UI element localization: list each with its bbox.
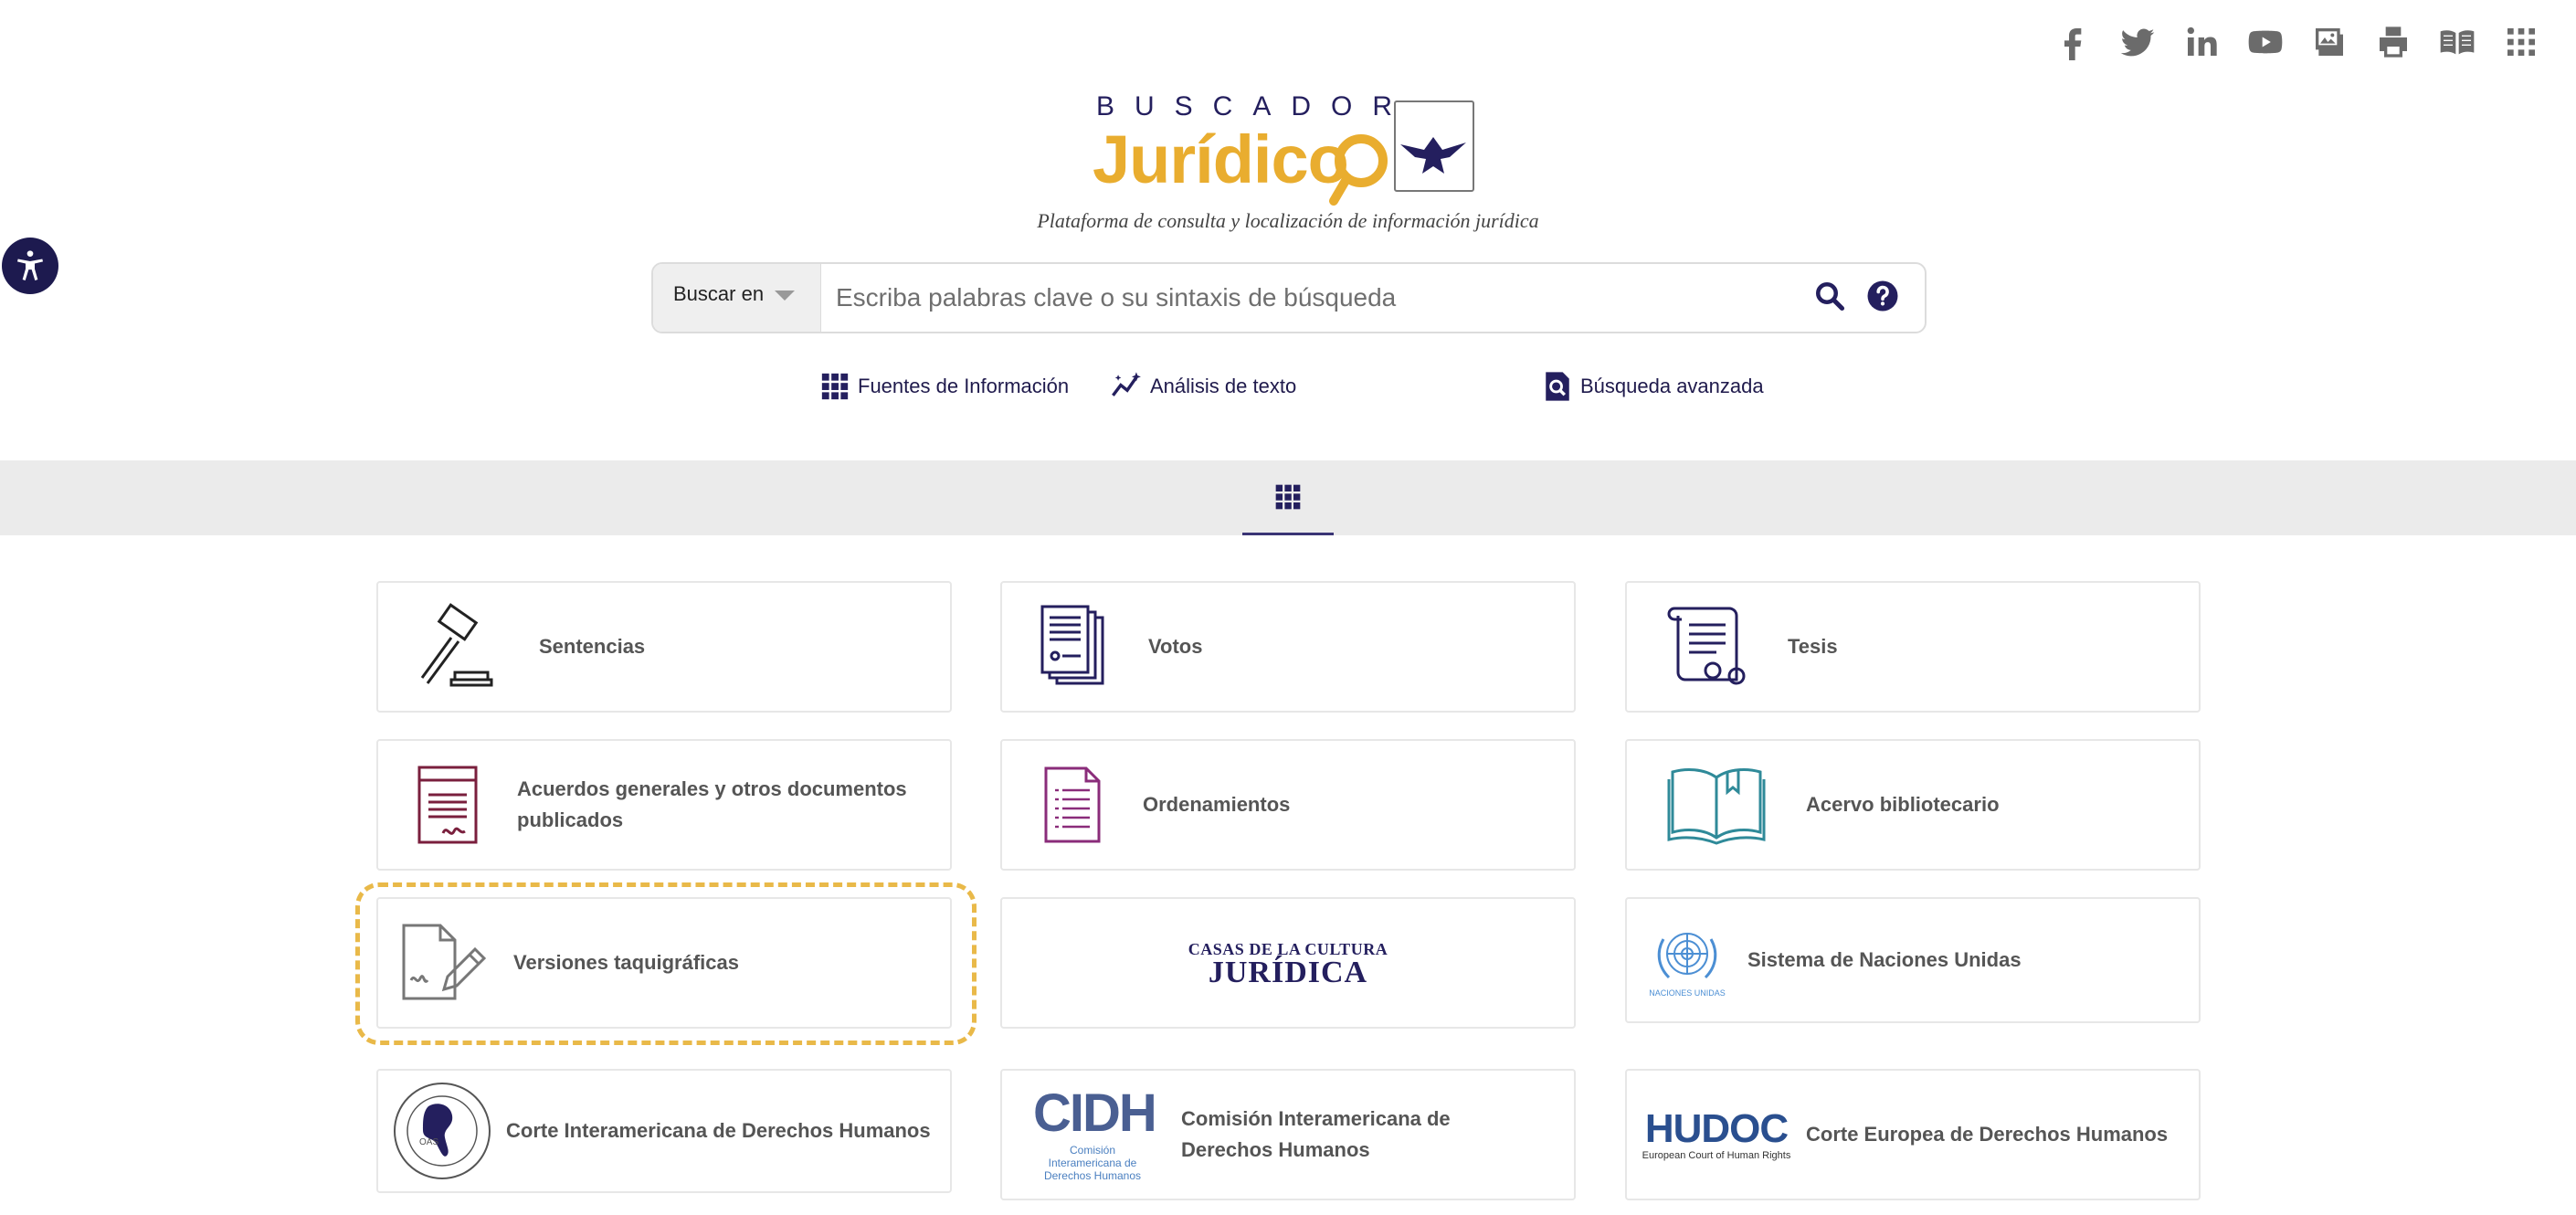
card-label: Versiones taquigráficas [513, 951, 739, 974]
card-ordenamientos[interactable]: Ordenamientos [1000, 739, 1576, 871]
printer-icon[interactable] [2373, 22, 2413, 62]
cidh-logo: CIDH Comisión Interamericana de Derechos… [1002, 1071, 1181, 1199]
card-votos[interactable]: Votos [1000, 581, 1576, 713]
facebook-icon[interactable] [2053, 22, 2094, 62]
quick-links: Fuentes de Información Análisis de texto… [0, 371, 2576, 417]
card-acervo-bibliotecario[interactable]: Acervo bibliotecario [1625, 739, 2201, 871]
busqueda-avanzada-link[interactable]: Búsqueda avanzada [1542, 371, 1764, 402]
youtube-icon[interactable] [2245, 22, 2286, 62]
fuentes-informacion-link[interactable]: Fuentes de Información [819, 371, 1069, 402]
list-document-icon [1002, 741, 1143, 869]
card-label: Votos [1148, 635, 1203, 658]
analisis-texto-link[interactable]: Análisis de texto [1112, 371, 1296, 402]
book-icon[interactable] [2437, 22, 2477, 62]
help-button[interactable] [1866, 280, 1899, 317]
card-corte-europea[interactable]: HUDOC European Court of Human Rights Cor… [1625, 1069, 2201, 1200]
card-versiones-taquigraficas[interactable]: Versiones taquigráficas [376, 897, 952, 1029]
document-pen-icon [378, 899, 513, 1027]
card-label: Sentencias [539, 635, 646, 658]
linkedin-icon[interactable] [2181, 22, 2222, 62]
card-label: Comisión Interamericana de Derechos Huma… [1181, 1107, 1451, 1161]
caret-down-icon [775, 291, 796, 301]
category-tab-bar [0, 460, 2576, 535]
card-sistema-naciones-unidas[interactable]: NACIONES UNIDAS Sistema de Naciones Unid… [1625, 897, 2201, 1023]
hudoc-logo: HUDOC European Court of Human Rights [1627, 1071, 1806, 1199]
card-comision-interamericana[interactable]: CIDH Comisión Interamericana de Derechos… [1000, 1069, 1576, 1200]
card-sentencias[interactable]: Sentencias [376, 581, 952, 713]
card-label: Corte Europea de Derechos Humanos [1806, 1123, 2169, 1146]
logo-main-text: Jurídico [1093, 122, 1349, 197]
tagline: Plataforma de consulta y localización de… [1037, 209, 1539, 232]
site-logo[interactable]: BUSCADOR Jurídico [1093, 88, 1504, 211]
inter-american-court-seal-icon: OAS [378, 1071, 506, 1191]
document-search-icon [1546, 372, 1569, 401]
court-seal-text: OAS [419, 1137, 438, 1147]
search-scope-label: Buscar en [673, 282, 765, 305]
scroll-certificate-icon [1627, 583, 1788, 711]
signed-document-icon [378, 741, 517, 869]
search-bar: Buscar en [651, 262, 1927, 333]
accessibility-icon [17, 250, 43, 280]
gavel-icon [378, 583, 539, 711]
busqueda-avanzada-label: Búsqueda avanzada [1580, 375, 1764, 397]
help-icon [1867, 280, 1898, 311]
casas-cultura-logo-bottom: JURÍDICA [1208, 955, 1368, 989]
magnifier-icon [1329, 134, 1388, 206]
card-label: Acuerdos generales y otros documentos pu… [517, 777, 907, 831]
apps-grid-icon[interactable] [2501, 22, 2541, 62]
logo-top-text: BUSCADOR [1096, 91, 1413, 122]
un-emblem-caption: NACIONES UNIDAS [1649, 988, 1726, 998]
card-label: Acervo bibliotecario [1806, 793, 2000, 816]
card-corte-interamericana[interactable]: OAS Corte Interamericana de Derechos Hum… [376, 1069, 952, 1193]
hudoc-logo-sub: European Court of Human Rights [1642, 1150, 1791, 1161]
card-label: Ordenamientos [1143, 793, 1291, 816]
documents-stack-icon [1002, 583, 1148, 711]
card-acuerdos-generales[interactable]: Acuerdos generales y otros documentos pu… [376, 739, 952, 871]
apps-grid-icon [821, 373, 849, 400]
card-label: Tesis [1788, 635, 1838, 658]
tab-apps-grid[interactable] [1242, 460, 1334, 535]
hudoc-logo-text: HUDOC [1644, 1106, 1789, 1151]
search-button[interactable] [1813, 280, 1846, 317]
search-input[interactable] [821, 264, 1813, 332]
analisis-texto-label: Análisis de texto [1150, 375, 1297, 397]
apps-grid-icon [1275, 484, 1301, 509]
casas-cultura-logo: CASAS DE LA CULTURA JURÍDICA [1188, 940, 1388, 989]
social-links [2053, 22, 2541, 62]
card-casas-cultura-juridica[interactable]: CASAS DE LA CULTURA JURÍDICA [1000, 897, 1576, 1029]
cidh-logo-text: CIDH [1033, 1083, 1157, 1143]
open-book-icon [1627, 741, 1806, 869]
accessibility-button[interactable] [2, 238, 58, 294]
card-label: Sistema de Naciones Unidas [1747, 948, 2022, 971]
gallery-icon[interactable] [2309, 22, 2349, 62]
card-label: Corte Interamericana de Derechos Humanos [506, 1119, 931, 1142]
sparkle-chart-icon [1112, 372, 1141, 396]
un-emblem-icon: NACIONES UNIDAS [1627, 899, 1747, 1021]
cidh-logo-sub: Comisión Interamericana de Derechos Huma… [1043, 1144, 1142, 1182]
twitter-icon[interactable] [2117, 22, 2158, 62]
fuentes-informacion-label: Fuentes de Información [858, 375, 1070, 397]
search-icon [1816, 281, 1845, 311]
search-scope-dropdown[interactable]: Buscar en [653, 264, 821, 332]
card-tesis[interactable]: Tesis [1625, 581, 2201, 713]
